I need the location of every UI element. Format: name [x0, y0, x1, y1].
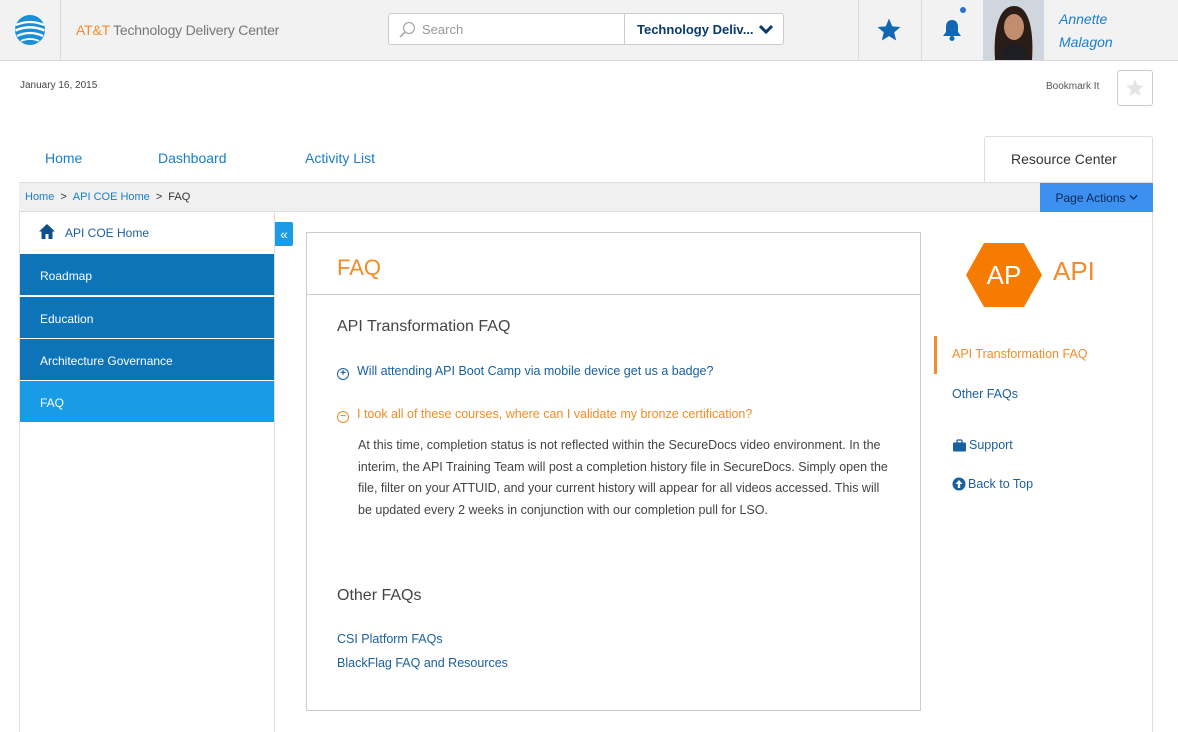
support-label: Support [969, 438, 1013, 452]
sidebar-item-roadmap[interactable]: Roadmap [20, 254, 274, 296]
tab-resource-center-label: Resource Center [1011, 151, 1117, 167]
user-first-name: Annette [1059, 11, 1108, 27]
api-logo-text: API [1053, 256, 1095, 286]
favorites-button[interactable] [858, 0, 919, 60]
faq-question-text: Will attending API Boot Camp via mobile … [357, 364, 714, 378]
arrow-up-circle-icon [952, 477, 966, 491]
back-to-top-link[interactable]: Back to Top [952, 477, 1033, 491]
top-header: AT&T Technology Delivery Center Technolo… [0, 0, 1178, 61]
brand-prefix: AT&T [76, 22, 110, 38]
search-scope-dropdown[interactable]: Technology Deliv... [624, 13, 784, 45]
breadcrumb-separator: > [155, 191, 163, 203]
search-box[interactable] [388, 13, 625, 45]
current-date: January 16, 2015 [20, 80, 98, 91]
link-blackflag-faq[interactable]: BlackFlag FAQ and Resources [337, 656, 508, 670]
page-actions-button[interactable]: Page Actions [1040, 183, 1153, 212]
faq-card: FAQ API Transformation FAQ + Will attendi… [306, 232, 921, 711]
faq-question-badge[interactable]: + Will attending API Boot Camp via mobile… [337, 364, 713, 380]
bookmark-label: Bookmark It [1046, 81, 1100, 92]
sidebar-item-faq[interactable]: FAQ [20, 381, 274, 423]
att-globe-icon [15, 15, 45, 45]
breadcrumb-bar: Home > API COE Home > FAQ Page Actions [19, 182, 1153, 212]
brand-title[interactable]: AT&T Technology Delivery Center [76, 22, 279, 38]
avatar[interactable] [983, 0, 1044, 60]
sidebar-item-architecture-governance[interactable]: Architecture Governance [20, 339, 274, 381]
tab-activity-list[interactable]: Activity List [305, 150, 375, 166]
user-avatar-icon [983, 0, 1044, 60]
tab-home[interactable]: Home [45, 150, 82, 166]
tab-resource-center[interactable]: Resource Center [984, 136, 1153, 182]
brand-name: Technology Delivery Center [109, 22, 280, 38]
toc-active-indicator [934, 336, 937, 374]
user-last-name: Malagon [1059, 34, 1113, 50]
page-actions-label: Page Actions [1055, 190, 1126, 205]
sidebar: API COE Home Roadmap Education Architect… [20, 212, 275, 732]
api-hexagon-logo: AP [966, 243, 1042, 307]
bell-icon [943, 20, 961, 41]
double-chevron-left-icon: « [280, 226, 288, 242]
collapse-sidebar-button[interactable]: « [275, 222, 293, 246]
back-to-top-label: Back to Top [968, 477, 1034, 491]
divider [307, 294, 920, 295]
tab-dashboard[interactable]: Dashboard [158, 150, 227, 166]
breadcrumb: Home > API COE Home > FAQ [25, 191, 190, 203]
breadcrumb-current: FAQ [168, 191, 191, 203]
sidebar-item-api-coe-home[interactable]: API COE Home [20, 212, 274, 254]
sidebar-home-label: API COE Home [65, 226, 150, 240]
notification-dot [960, 7, 966, 13]
toc-other-faqs[interactable]: Other FAQs [952, 387, 1018, 401]
faq-answer: At this time, completion status is not r… [358, 438, 888, 518]
collapse-icon: − [337, 411, 349, 423]
bookmark-button[interactable] [1117, 70, 1153, 106]
briefcase-icon [953, 438, 966, 451]
chevron-down-icon [1129, 195, 1137, 200]
page-title: FAQ [337, 255, 382, 280]
home-icon [39, 224, 55, 239]
user-name[interactable]: Annette Malagon [1059, 8, 1113, 54]
api-logo-badge: AP [987, 260, 1022, 290]
breadcrumb-separator: > [60, 191, 67, 203]
breadcrumb-home[interactable]: Home [25, 191, 54, 203]
faq-question-text: I took all of these courses, where can I… [357, 407, 753, 421]
support-link[interactable]: Support [952, 438, 1013, 452]
section-title-other-faqs: Other FAQs [337, 587, 422, 604]
section-title-api-transformation: API Transformation FAQ [337, 318, 511, 335]
sidebar-item-education[interactable]: Education [20, 297, 274, 339]
toc-api-transformation-faq[interactable]: API Transformation FAQ [952, 347, 1087, 361]
faq-question-certification[interactable]: − I took all of these courses, where can … [337, 407, 752, 423]
search-icon [399, 21, 416, 38]
link-csi-platform-faqs[interactable]: CSI Platform FAQs [337, 632, 443, 646]
star-icon [877, 18, 901, 41]
chevron-down-icon [759, 24, 773, 35]
star-outline-icon [1126, 79, 1144, 97]
search-input[interactable] [422, 20, 612, 38]
search-scope-value: Technology Deliv... [637, 22, 754, 37]
expand-icon: + [337, 368, 349, 380]
att-logo[interactable] [0, 0, 61, 60]
notifications-button[interactable] [921, 0, 982, 60]
breadcrumb-api-coe-home[interactable]: API COE Home [73, 191, 150, 203]
